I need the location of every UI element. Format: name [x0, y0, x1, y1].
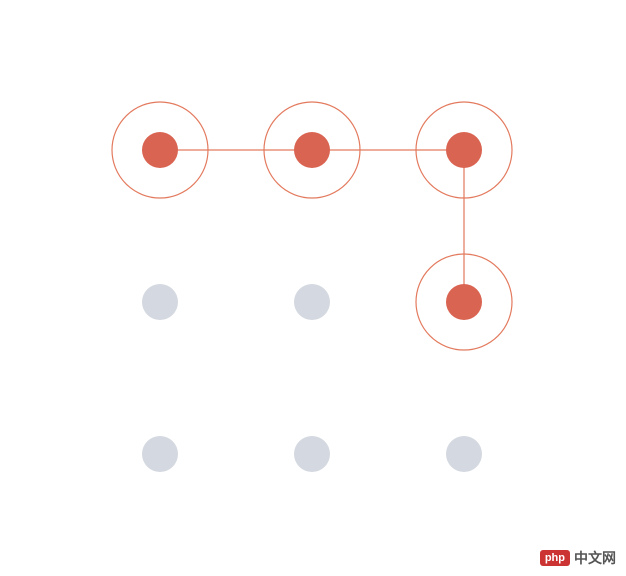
pattern-dot-7[interactable] [294, 436, 330, 472]
pattern-lock[interactable] [0, 0, 626, 576]
dot-fill [446, 284, 482, 320]
dot-fill [142, 436, 178, 472]
dot-fill [294, 436, 330, 472]
logo-badge: php [540, 550, 570, 566]
dot-fill [446, 132, 482, 168]
logo-text: 中文网 [574, 548, 616, 568]
pattern-dot-6[interactable] [142, 436, 178, 472]
pattern-dot-4[interactable] [294, 284, 330, 320]
dot-fill [294, 132, 330, 168]
footer-logo: php 中文网 [540, 548, 616, 568]
dot-fill [446, 436, 482, 472]
dot-fill [294, 284, 330, 320]
pattern-dot-8[interactable] [446, 436, 482, 472]
dot-fill [142, 284, 178, 320]
pattern-dot-3[interactable] [142, 284, 178, 320]
dot-fill [142, 132, 178, 168]
